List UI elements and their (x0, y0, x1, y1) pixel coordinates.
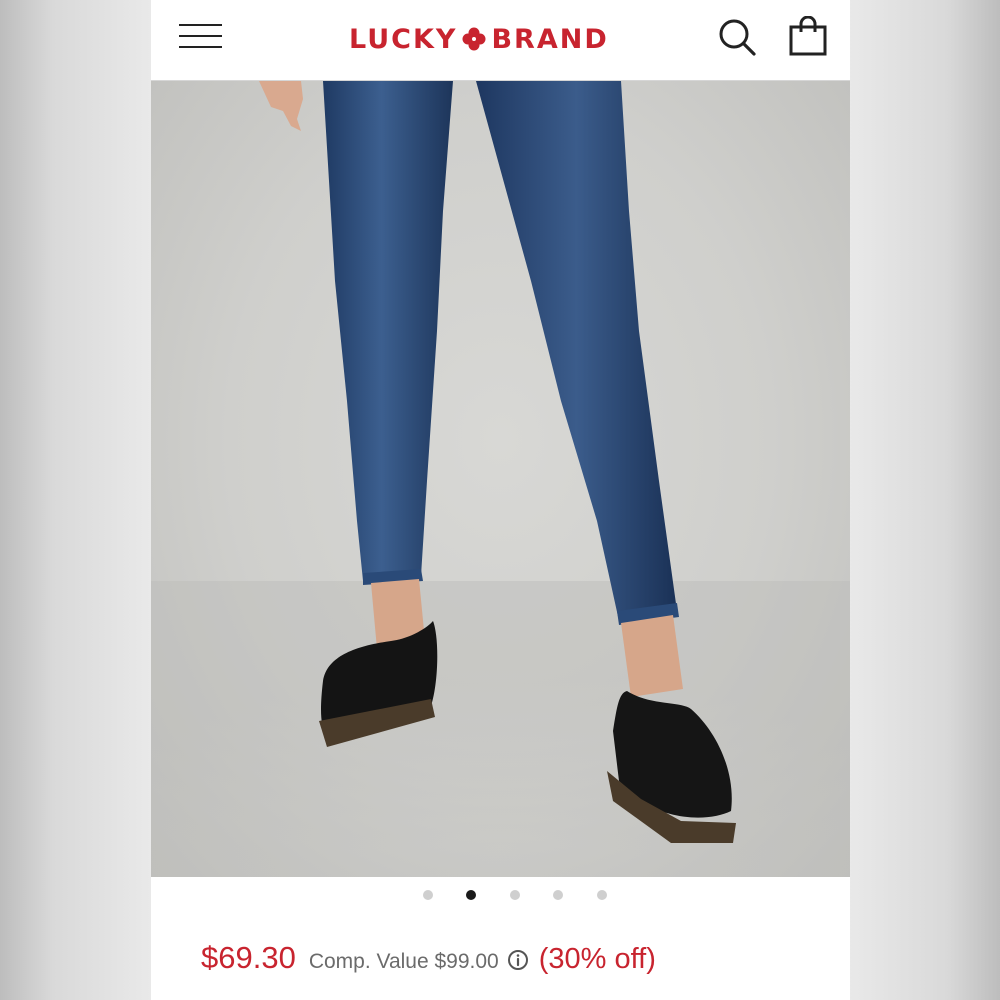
carousel-dot-4[interactable] (553, 890, 563, 900)
left-backdrop (0, 0, 151, 1000)
search-icon[interactable] (716, 16, 758, 58)
carousel-dot-1[interactable] (423, 890, 433, 900)
brand-logo[interactable]: LUCKY BRAND (349, 22, 609, 56)
right-backdrop (849, 0, 1000, 1000)
discount-badge: (30% off) (538, 943, 656, 975)
carousel-dot-2[interactable] (466, 890, 476, 900)
shopping-bag-icon[interactable] (787, 16, 829, 58)
info-circle-icon[interactable] (507, 949, 529, 971)
clover-icon (462, 27, 486, 51)
site-header: LUCKY BRAND (151, 0, 850, 81)
product-photo-illustration (151, 81, 850, 877)
logo-text-left: LUCKY (349, 23, 458, 55)
price-row: $69.30 Comp. Value $99.00 (30% off) (201, 940, 656, 980)
hamburger-menu-icon[interactable] (179, 22, 223, 52)
comp-value: Comp. Value $99.00 (308, 950, 499, 973)
carousel-dots (151, 884, 850, 906)
carousel-dot-5[interactable] (597, 890, 607, 900)
sale-price: $69.30 (201, 940, 296, 975)
product-image[interactable] (151, 81, 850, 877)
carousel-dot-3[interactable] (510, 890, 520, 900)
mobile-page: LUCKY BRAND $69.30 Comp. Value $99.00 (3… (151, 0, 850, 1000)
logo-text-right: BRAND (491, 23, 609, 55)
